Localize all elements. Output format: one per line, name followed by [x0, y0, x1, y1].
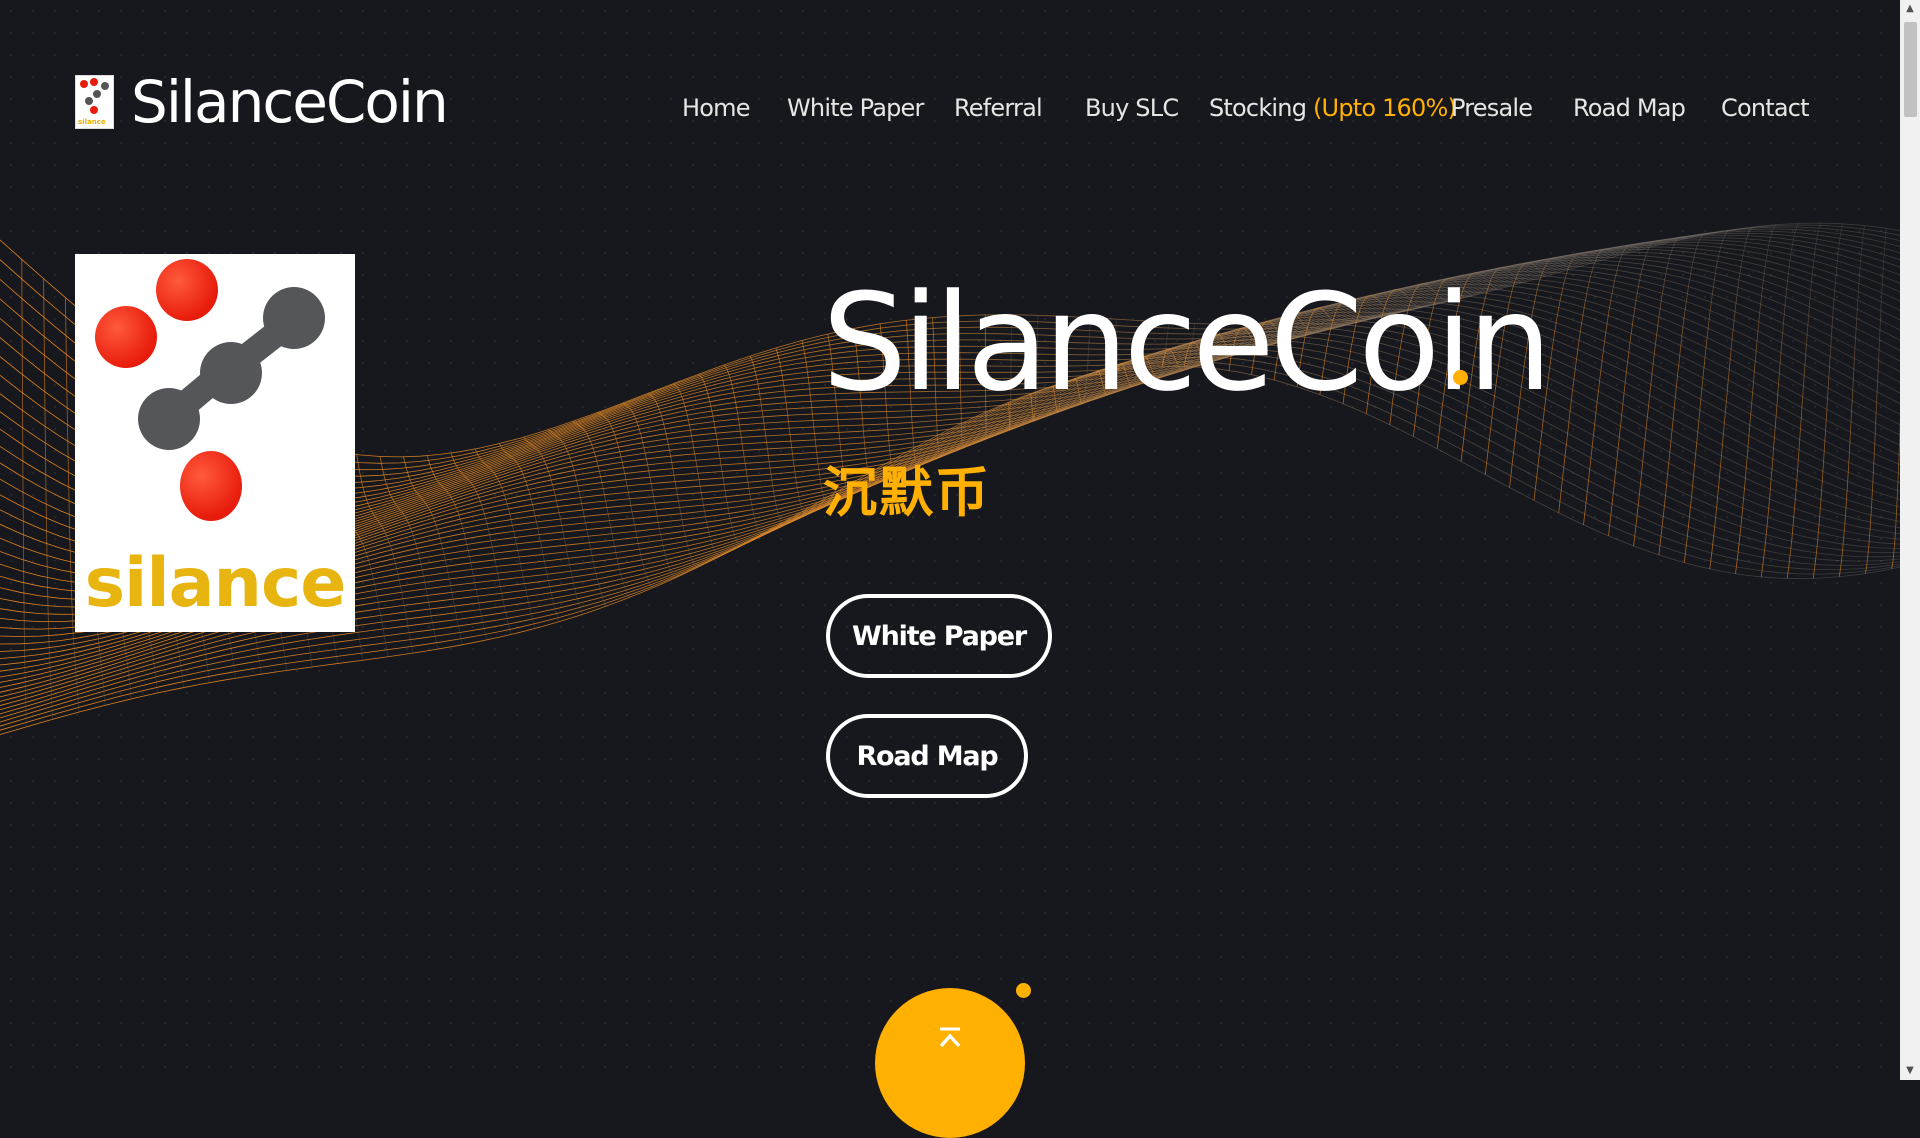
scroll-down-arrow-icon[interactable]: ▼: [1900, 1062, 1920, 1080]
site-header: silance SilanceCoin Home White Paper Ref…: [0, 0, 1900, 220]
nav-item-white-paper[interactable]: White Paper: [787, 94, 924, 122]
nav-item-stocking[interactable]: Stocking (Upto 160%): [1209, 94, 1457, 122]
main-nav: Home White Paper Referral Buy SLC Stocki…: [0, 94, 1900, 134]
hero-title-dot: [1453, 370, 1468, 385]
logo-word: silance: [84, 544, 347, 623]
nav-item-buy-slc[interactable]: Buy SLC: [1085, 94, 1179, 122]
scroll-to-top-button[interactable]: [875, 988, 1025, 1138]
logo-red-dot: [95, 306, 157, 368]
logo-gray-dot: [138, 388, 200, 450]
accent-dot: [1016, 983, 1031, 998]
scrollbar-thumb[interactable]: [1904, 22, 1917, 117]
nav-item-home[interactable]: Home: [682, 94, 750, 122]
hero-title: SilanceCoin: [822, 265, 1552, 421]
logo-red-dot: [180, 451, 242, 521]
hero-subtitle: 沉默币: [823, 461, 991, 524]
page-scrollbar[interactable]: ▲ ▼: [1900, 0, 1920, 1080]
nav-item-presale[interactable]: Presale: [1451, 94, 1533, 122]
nav-item-stocking-highlight: (Upto 160%): [1312, 94, 1457, 122]
nav-item-stocking-label: Stocking: [1209, 94, 1307, 122]
scroll-up-arrow-icon[interactable]: ▲: [1900, 0, 1920, 18]
white-paper-button[interactable]: White Paper: [826, 594, 1052, 678]
chevron-up-bar-icon: [937, 1026, 963, 1138]
logo-red-dot: [156, 259, 218, 321]
nav-item-referral[interactable]: Referral: [954, 94, 1043, 122]
nav-item-road-map[interactable]: Road Map: [1573, 94, 1686, 122]
silance-logo-image: silance: [75, 254, 355, 632]
road-map-button[interactable]: Road Map: [826, 714, 1028, 798]
nav-item-contact[interactable]: Contact: [1721, 94, 1810, 122]
logo-gray-dot: [200, 342, 262, 404]
logo-gray-dot: [263, 287, 325, 349]
